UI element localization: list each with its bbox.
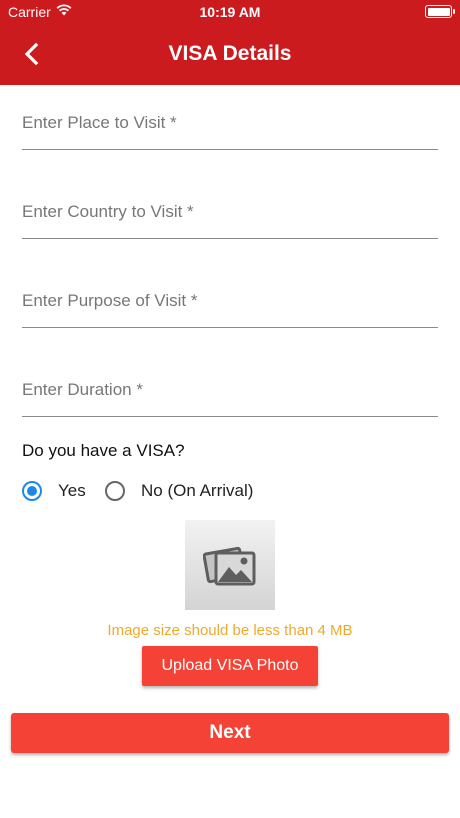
battery-icon (425, 5, 455, 18)
purpose-field (22, 268, 438, 328)
status-time: 10:19 AM (199, 4, 261, 20)
visa-photo-preview[interactable] (185, 520, 275, 610)
duration-field (22, 357, 438, 417)
image-size-hint: Image size should be less than 4 MB (107, 622, 353, 639)
radio-selected-icon (22, 481, 42, 501)
place-field (22, 90, 438, 150)
duration-input[interactable] (22, 377, 438, 403)
country-input[interactable] (22, 199, 438, 225)
radio-no-label: No (On Arrival) (141, 481, 254, 500)
image-placeholder-icon (203, 546, 256, 586)
purpose-input[interactable] (22, 288, 438, 314)
status-bar: Carrier 10:19 AM (0, 0, 460, 24)
radio-no-on-arrival[interactable]: No (On Arrival) (105, 479, 253, 503)
radio-yes-label: Yes (58, 481, 86, 500)
place-input[interactable] (22, 110, 438, 136)
upload-visa-photo-button[interactable]: Upload VISA Photo (142, 646, 318, 686)
visa-question: Do you have a VISA? (22, 441, 185, 460)
country-field (22, 179, 438, 239)
radio-unselected-icon (105, 481, 125, 501)
next-button[interactable]: Next (11, 713, 449, 753)
app-header: Carrier 10:19 AM VISA Details (0, 0, 460, 85)
page-title: VISA Details (168, 42, 292, 65)
radio-yes[interactable]: Yes (22, 479, 86, 503)
